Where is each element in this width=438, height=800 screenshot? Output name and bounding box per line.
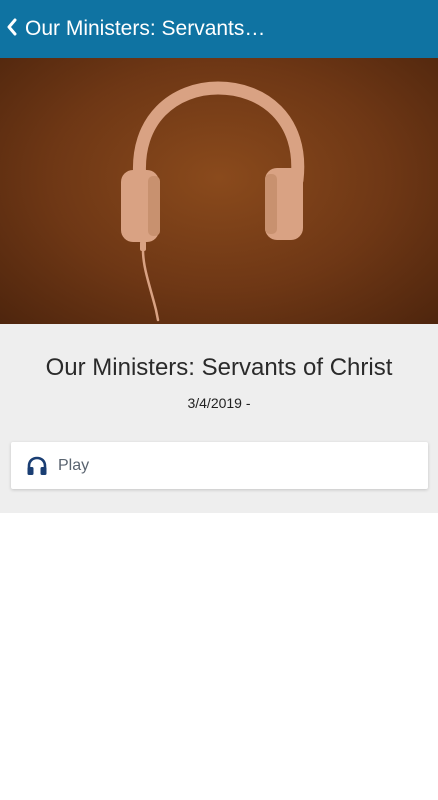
top-app-bar: Our Ministers: Servants… bbox=[0, 0, 438, 58]
headphones-icon bbox=[121, 81, 305, 322]
sermon-date: 3/4/2019 - bbox=[187, 395, 251, 411]
sermon-details: Our Ministers: Servants of Christ 3/4/20… bbox=[0, 324, 438, 513]
hero-image bbox=[0, 58, 438, 324]
play-label: Play bbox=[58, 456, 90, 474]
chevron-left-icon bbox=[6, 18, 18, 41]
sermon-title: Our Ministers: Servants of Christ bbox=[45, 354, 393, 381]
page-title: Our Ministers: Servants… bbox=[25, 17, 266, 40]
back-button[interactable] bbox=[1, 14, 23, 44]
play-button[interactable]: Play bbox=[11, 442, 428, 489]
app-screen: Our Ministers: Servants… Our Ministers: … bbox=[0, 0, 438, 800]
headphones-icon bbox=[26, 455, 48, 477]
